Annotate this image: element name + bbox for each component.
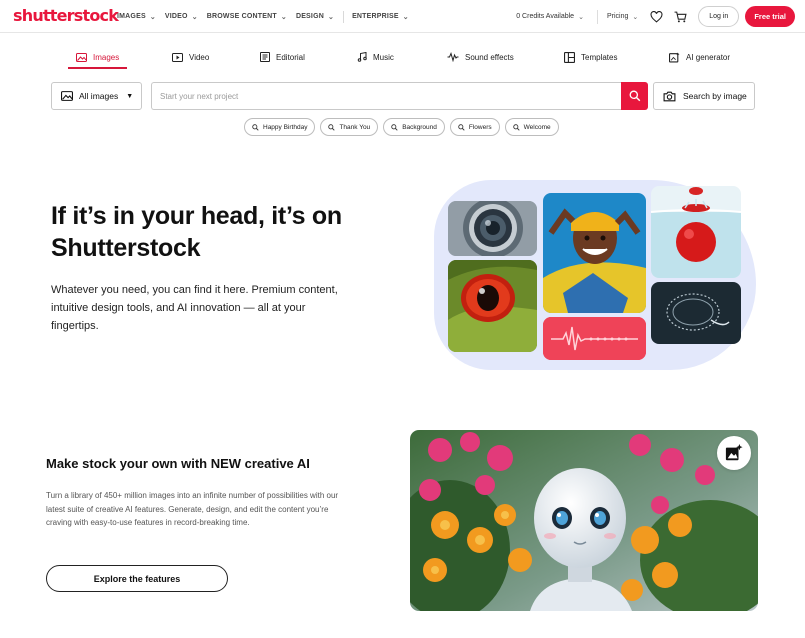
music-note-icon bbox=[357, 52, 367, 62]
tab-sound-effects[interactable]: Sound effects bbox=[447, 45, 514, 69]
top-navigation: shutterstock IMAGES ⌄ VIDEO ⌄ BROWSE CONTE… bbox=[0, 0, 805, 33]
ai-section-title: Make stock your own with NEW creative AI bbox=[46, 456, 310, 471]
tab-ai-generator-label: AI generator bbox=[686, 52, 731, 62]
search-by-image-label: Search by image bbox=[683, 91, 747, 101]
ai-image-badge bbox=[717, 436, 751, 470]
pricing-dropdown[interactable]: Pricing ⌄ bbox=[596, 9, 639, 24]
light-swirl-image bbox=[651, 282, 741, 344]
tab-images-label: Images bbox=[93, 52, 120, 62]
chip-label: Happy Birthday bbox=[263, 123, 308, 131]
nav-images-label: IMAGES bbox=[117, 13, 146, 20]
nav-browse-content[interactable]: BROWSE CONTENT ⌄ bbox=[207, 13, 295, 21]
heart-icon bbox=[650, 10, 663, 23]
chevron-down-icon: ⌄ bbox=[191, 13, 198, 21]
tab-music-label: Music bbox=[373, 52, 394, 62]
tab-sound-effects-label: Sound effects bbox=[465, 52, 514, 62]
content-type-tabs: Images Video Editorial Music Sound effec… bbox=[0, 45, 805, 69]
image-icon bbox=[76, 52, 87, 62]
caret-down-icon: ▼ bbox=[126, 92, 134, 100]
nav-images[interactable]: IMAGES ⌄ bbox=[117, 13, 164, 21]
newspaper-icon bbox=[260, 52, 270, 62]
video-icon bbox=[172, 52, 183, 62]
nav-enterprise-label: ENTERPRISE bbox=[352, 13, 399, 20]
nav-design-label: DESIGN bbox=[295, 13, 324, 20]
pricing-label: Pricing bbox=[606, 13, 629, 20]
red-ball-water-image bbox=[651, 186, 741, 278]
search-icon bbox=[629, 90, 640, 102]
tab-templates-label: Templates bbox=[581, 52, 618, 62]
chevron-down-icon: ⌄ bbox=[280, 13, 287, 21]
search-icon bbox=[458, 123, 465, 131]
search-button[interactable] bbox=[621, 82, 648, 110]
nav-divider bbox=[343, 10, 345, 23]
cart-button[interactable] bbox=[672, 9, 688, 25]
tab-editorial[interactable]: Editorial bbox=[260, 45, 305, 69]
chevron-down-icon: ⌄ bbox=[149, 13, 156, 21]
image-icon bbox=[61, 91, 73, 101]
camera-icon bbox=[663, 91, 676, 101]
favorites-button[interactable] bbox=[648, 9, 664, 25]
chip-label: Flowers bbox=[468, 123, 492, 131]
ai-section-description: Turn a library of 450+ million images in… bbox=[46, 491, 339, 527]
chip-happy-birthday[interactable]: Happy Birthday bbox=[244, 118, 316, 136]
search-icon bbox=[512, 123, 520, 131]
chip-background[interactable]: Background bbox=[383, 118, 445, 136]
explore-features-button[interactable]: Explore the features bbox=[46, 565, 228, 592]
tab-video[interactable]: Video bbox=[172, 45, 209, 69]
soundwave-image bbox=[543, 317, 646, 360]
search-icon bbox=[252, 123, 259, 131]
tab-video-label: Video bbox=[189, 52, 210, 62]
chip-thank-you[interactable]: Thank You bbox=[320, 118, 379, 136]
template-icon bbox=[564, 51, 575, 63]
portrait-image bbox=[543, 193, 646, 313]
nav-enterprise[interactable]: ENTERPRISE ⌄ bbox=[352, 13, 417, 21]
nav-video-label: VIDEO bbox=[164, 13, 188, 20]
search-by-image-button[interactable]: Search by image bbox=[653, 82, 755, 110]
tab-images[interactable]: Images bbox=[68, 45, 128, 69]
login-button[interactable]: Log in bbox=[698, 6, 740, 27]
asset-type-dropdown[interactable]: All images ▼ bbox=[51, 82, 142, 110]
lens-image bbox=[448, 201, 537, 256]
nav-video[interactable]: VIDEO ⌄ bbox=[165, 13, 206, 21]
suggested-searches: Happy Birthday Thank You Background Flow… bbox=[244, 118, 564, 136]
chip-flowers[interactable]: Flowers bbox=[449, 118, 500, 136]
account-area: 0 Credits Available ⌄ Pricing ⌄ Log in Fre… bbox=[516, 0, 795, 33]
chip-label: Background bbox=[402, 123, 437, 131]
hero-description: Whatever you need, you can find it here.… bbox=[51, 284, 338, 332]
tab-templates[interactable]: Templates bbox=[564, 45, 617, 69]
cart-icon bbox=[674, 11, 687, 22]
tab-music[interactable]: Music bbox=[357, 45, 394, 69]
search-input[interactable] bbox=[151, 82, 623, 110]
hero-title: If it’s in your head, it’s on Shuttersto… bbox=[51, 202, 342, 262]
tab-editorial-label: Editorial bbox=[276, 52, 305, 62]
hero-image-collage bbox=[432, 178, 762, 378]
chevron-down-icon: ⌄ bbox=[327, 13, 335, 21]
ai-generator-icon bbox=[669, 52, 680, 62]
credits-dropdown[interactable]: 0 Credits Available ⌄ bbox=[516, 13, 584, 21]
search-icon bbox=[391, 123, 398, 131]
asset-type-label: All images bbox=[79, 91, 119, 101]
ai-robot-flowers-image bbox=[410, 430, 758, 611]
chevron-down-icon: ⌄ bbox=[402, 13, 409, 21]
shutterstock-logo[interactable]: shutterstock bbox=[13, 6, 119, 25]
chip-label: Welcome bbox=[523, 123, 551, 131]
chevron-down-icon: ⌄ bbox=[578, 13, 584, 21]
nav-browse-content-label: BROWSE CONTENT bbox=[206, 13, 277, 20]
nav-design[interactable]: DESIGN ⌄ bbox=[296, 13, 342, 21]
ai-image-icon bbox=[725, 444, 743, 461]
chip-label: Thank You bbox=[339, 123, 371, 131]
frog-eye-image bbox=[448, 260, 537, 352]
main-nav-links: IMAGES ⌄ VIDEO ⌄ BROWSE CONTENT ⌄ DESIGN ⌄ E… bbox=[117, 0, 418, 33]
tab-ai-generator[interactable]: AI generator bbox=[669, 45, 730, 69]
chip-welcome[interactable]: Welcome bbox=[504, 118, 559, 136]
chevron-down-icon: ⌄ bbox=[632, 13, 639, 21]
search-icon bbox=[328, 123, 336, 131]
waveform-icon bbox=[447, 52, 459, 62]
free-trial-button[interactable]: Free trial bbox=[745, 6, 795, 27]
credits-label: 0 Credits Available bbox=[516, 13, 575, 20]
